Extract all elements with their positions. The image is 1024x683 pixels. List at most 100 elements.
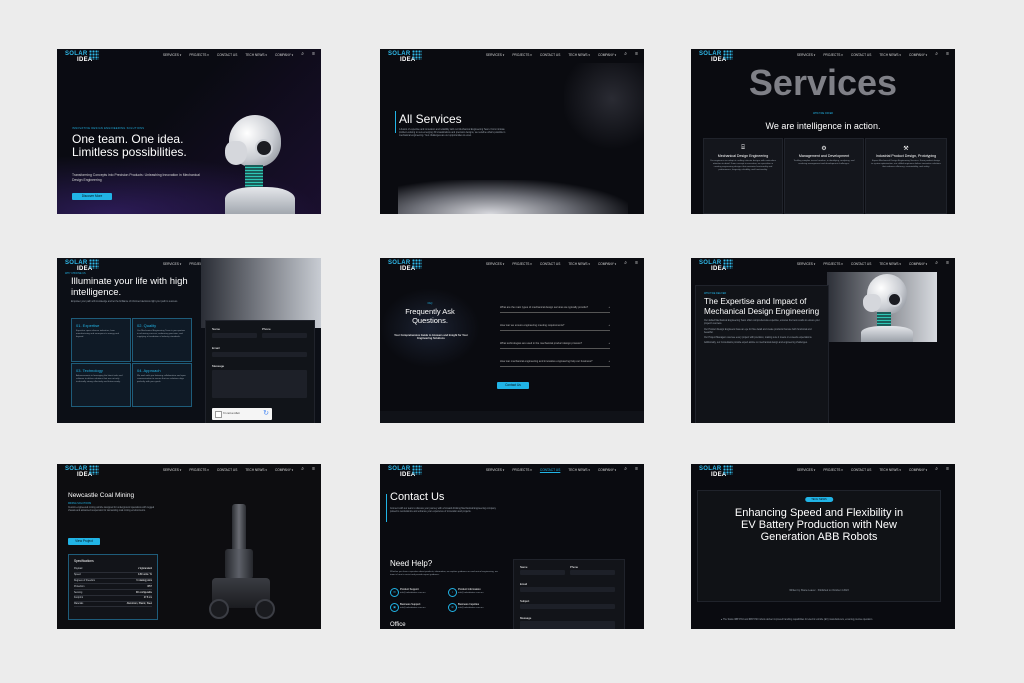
faq-item[interactable]: How can we ensure engineering meeting re…	[500, 324, 610, 331]
email-field[interactable]	[520, 587, 615, 592]
nav-contact[interactable]: CONTACT US	[217, 53, 237, 57]
nav-projects[interactable]: PROJECTS ▾	[823, 468, 843, 472]
main-menu: SERVICES ▾ PROJECTS ▾ CONTACT US TECH NE…	[486, 261, 638, 267]
logo[interactable]: SOLAR IDEA	[388, 50, 422, 63]
nav-projects[interactable]: PROJECTS ▾	[823, 262, 843, 266]
search-icon[interactable]: ⌕	[301, 467, 304, 472]
nav-company[interactable]: COMPANY ▾	[275, 468, 293, 472]
service-card[interactable]: ⚒ Industrial Product Design, Prototyping…	[865, 138, 947, 214]
nav-services[interactable]: SERVICES ▾	[797, 262, 816, 266]
nav-company[interactable]: COMPANY ▾	[598, 53, 616, 57]
nav-contact[interactable]: CONTACT US	[217, 468, 237, 472]
nav-contact[interactable]: CONTACT US	[540, 53, 560, 57]
nav-tech-news[interactable]: TECH NEWS ▾	[568, 262, 590, 266]
phone-field[interactable]	[262, 333, 307, 338]
hamburger-icon[interactable]: ≡	[635, 261, 638, 266]
hamburger-icon[interactable]: ≡	[635, 52, 638, 57]
nav-services[interactable]: SERVICES ▾	[486, 262, 505, 266]
view-project-button[interactable]: View Project	[68, 538, 100, 545]
nav-company[interactable]: COMPANY ▾	[598, 262, 616, 266]
nav-company[interactable]: COMPANY ▾	[275, 53, 293, 57]
nav-contact[interactable]: CONTACT US	[540, 468, 560, 472]
nav-projects[interactable]: PROJECTS ▾	[823, 53, 843, 57]
service-card[interactable]: ⌸ Mechanical Design Engineering Our engi…	[703, 138, 783, 214]
checkbox[interactable]	[215, 411, 222, 418]
nav-tech-news[interactable]: TECH NEWS ▾	[879, 262, 901, 266]
category-badge[interactable]: TECH NEWS	[805, 497, 833, 502]
logo[interactable]: SOLAR IDEA	[388, 465, 422, 478]
nav-services[interactable]: SERVICES ▾	[163, 262, 182, 266]
nav-contact[interactable]: CONTACT US	[540, 262, 560, 266]
search-icon[interactable]: ⌕	[624, 261, 627, 266]
search-icon[interactable]: ⌕	[935, 52, 938, 57]
faq-item[interactable]: What technologies are used in the mechan…	[500, 342, 610, 349]
support-email[interactable]: info@solarideatec.com.au	[400, 592, 425, 594]
message-field[interactable]	[520, 621, 615, 629]
plus-icon: +	[608, 324, 610, 327]
search-icon[interactable]: ⌕	[935, 261, 938, 266]
nav-services[interactable]: SERVICES ▾	[797, 53, 816, 57]
subject-field[interactable]	[520, 604, 615, 609]
email-field[interactable]	[212, 352, 307, 357]
discover-more-button[interactable]: Discover More	[72, 193, 112, 200]
spec-value: 0-80 units / hr	[137, 574, 152, 577]
logo[interactable]: SOLAR IDEA	[699, 50, 733, 63]
support-email[interactable]: info@solarideatec.com.au	[458, 592, 483, 594]
hero-eyebrow: INNOVATIVE DESIGN ENGINEERING SOLUTIONS	[72, 127, 145, 130]
nav-services[interactable]: SERVICES ▾	[163, 468, 182, 472]
nav-tech-news[interactable]: TECH NEWS ▾	[879, 468, 901, 472]
hamburger-icon[interactable]: ≡	[946, 261, 949, 266]
service-card[interactable]: ⚙ Management and Development Tackling co…	[784, 138, 864, 214]
name-field[interactable]	[520, 570, 565, 575]
nav-company[interactable]: COMPANY ▾	[909, 468, 927, 472]
nav-contact[interactable]: CONTACT US	[851, 262, 871, 266]
nav-company[interactable]: COMPANY ▾	[909, 262, 927, 266]
nav-services[interactable]: SERVICES ▾	[486, 468, 505, 472]
support-email[interactable]: info@solarideatec.com.au	[458, 607, 483, 609]
logo[interactable]: SOLAR IDEA	[65, 259, 99, 272]
nav-company[interactable]: COMPANY ▾	[598, 468, 616, 472]
nav-contact[interactable]: CONTACT US	[851, 53, 871, 57]
logo[interactable]: SOLAR IDEA	[699, 259, 733, 272]
nav-projects[interactable]: PROJECTS ▾	[512, 262, 532, 266]
nav-projects[interactable]: PROJECTS ▾	[189, 53, 209, 57]
nav-tech-news[interactable]: TECH NEWS ▾	[568, 468, 590, 472]
name-field[interactable]	[212, 333, 257, 338]
logo[interactable]: SOLAR IDEA	[65, 465, 99, 478]
hamburger-icon[interactable]: ≡	[312, 467, 315, 472]
nav-services[interactable]: SERVICES ▾	[797, 468, 816, 472]
hamburger-icon[interactable]: ≡	[946, 467, 949, 472]
support-email[interactable]: info@solarideatec.com.au	[400, 607, 425, 609]
nav-contact[interactable]: CONTACT US	[851, 468, 871, 472]
nav-tech-news[interactable]: TECH NEWS ▾	[879, 53, 901, 57]
logo[interactable]: SOLAR IDEA	[65, 50, 99, 63]
nav-tech-news[interactable]: TECH NEWS ▾	[245, 468, 267, 472]
hamburger-icon[interactable]: ≡	[946, 52, 949, 57]
nav-projects[interactable]: PROJECTS ▾	[189, 468, 209, 472]
nav-services[interactable]: SERVICES ▾	[163, 53, 182, 57]
accent-line	[395, 111, 396, 133]
top-nav: SOLARIDEA SERVICES ▾ PROJECTS ▾ CONTACT …	[57, 464, 321, 478]
logo[interactable]: SOLAR IDEA	[388, 259, 422, 272]
search-icon[interactable]: ⌕	[624, 52, 627, 57]
nav-tech-news[interactable]: TECH NEWS ▾	[568, 53, 590, 57]
nav-services[interactable]: SERVICES ▾	[486, 53, 505, 57]
message-field[interactable]	[212, 370, 307, 398]
logo[interactable]: SOLAR IDEA	[699, 465, 733, 478]
search-icon[interactable]: ⌕	[935, 467, 938, 472]
hamburger-icon[interactable]: ≡	[635, 467, 638, 472]
faq-item[interactable]: How can mechanical engineering and innov…	[500, 360, 610, 367]
nav-tech-news[interactable]: TECH NEWS ▾	[245, 53, 267, 57]
search-icon[interactable]: ⌕	[624, 467, 627, 472]
briefcase-icon: ▣	[390, 603, 399, 612]
nav-projects[interactable]: PROJECTS ▾	[512, 468, 532, 472]
nav-projects[interactable]: PROJECTS ▾	[512, 53, 532, 57]
nav-company[interactable]: COMPANY ▾	[909, 53, 927, 57]
recaptcha-widget[interactable]: I'm not a robot ↻	[212, 408, 272, 420]
hamburger-icon[interactable]: ≡	[312, 52, 315, 57]
phone-field[interactable]	[570, 570, 615, 575]
contact-us-button[interactable]: Contact Us	[497, 382, 529, 389]
search-icon[interactable]: ⌕	[301, 52, 304, 57]
feature-title: 02. Quality	[137, 323, 157, 328]
faq-item[interactable]: What are the main types of mechanical de…	[500, 306, 610, 313]
